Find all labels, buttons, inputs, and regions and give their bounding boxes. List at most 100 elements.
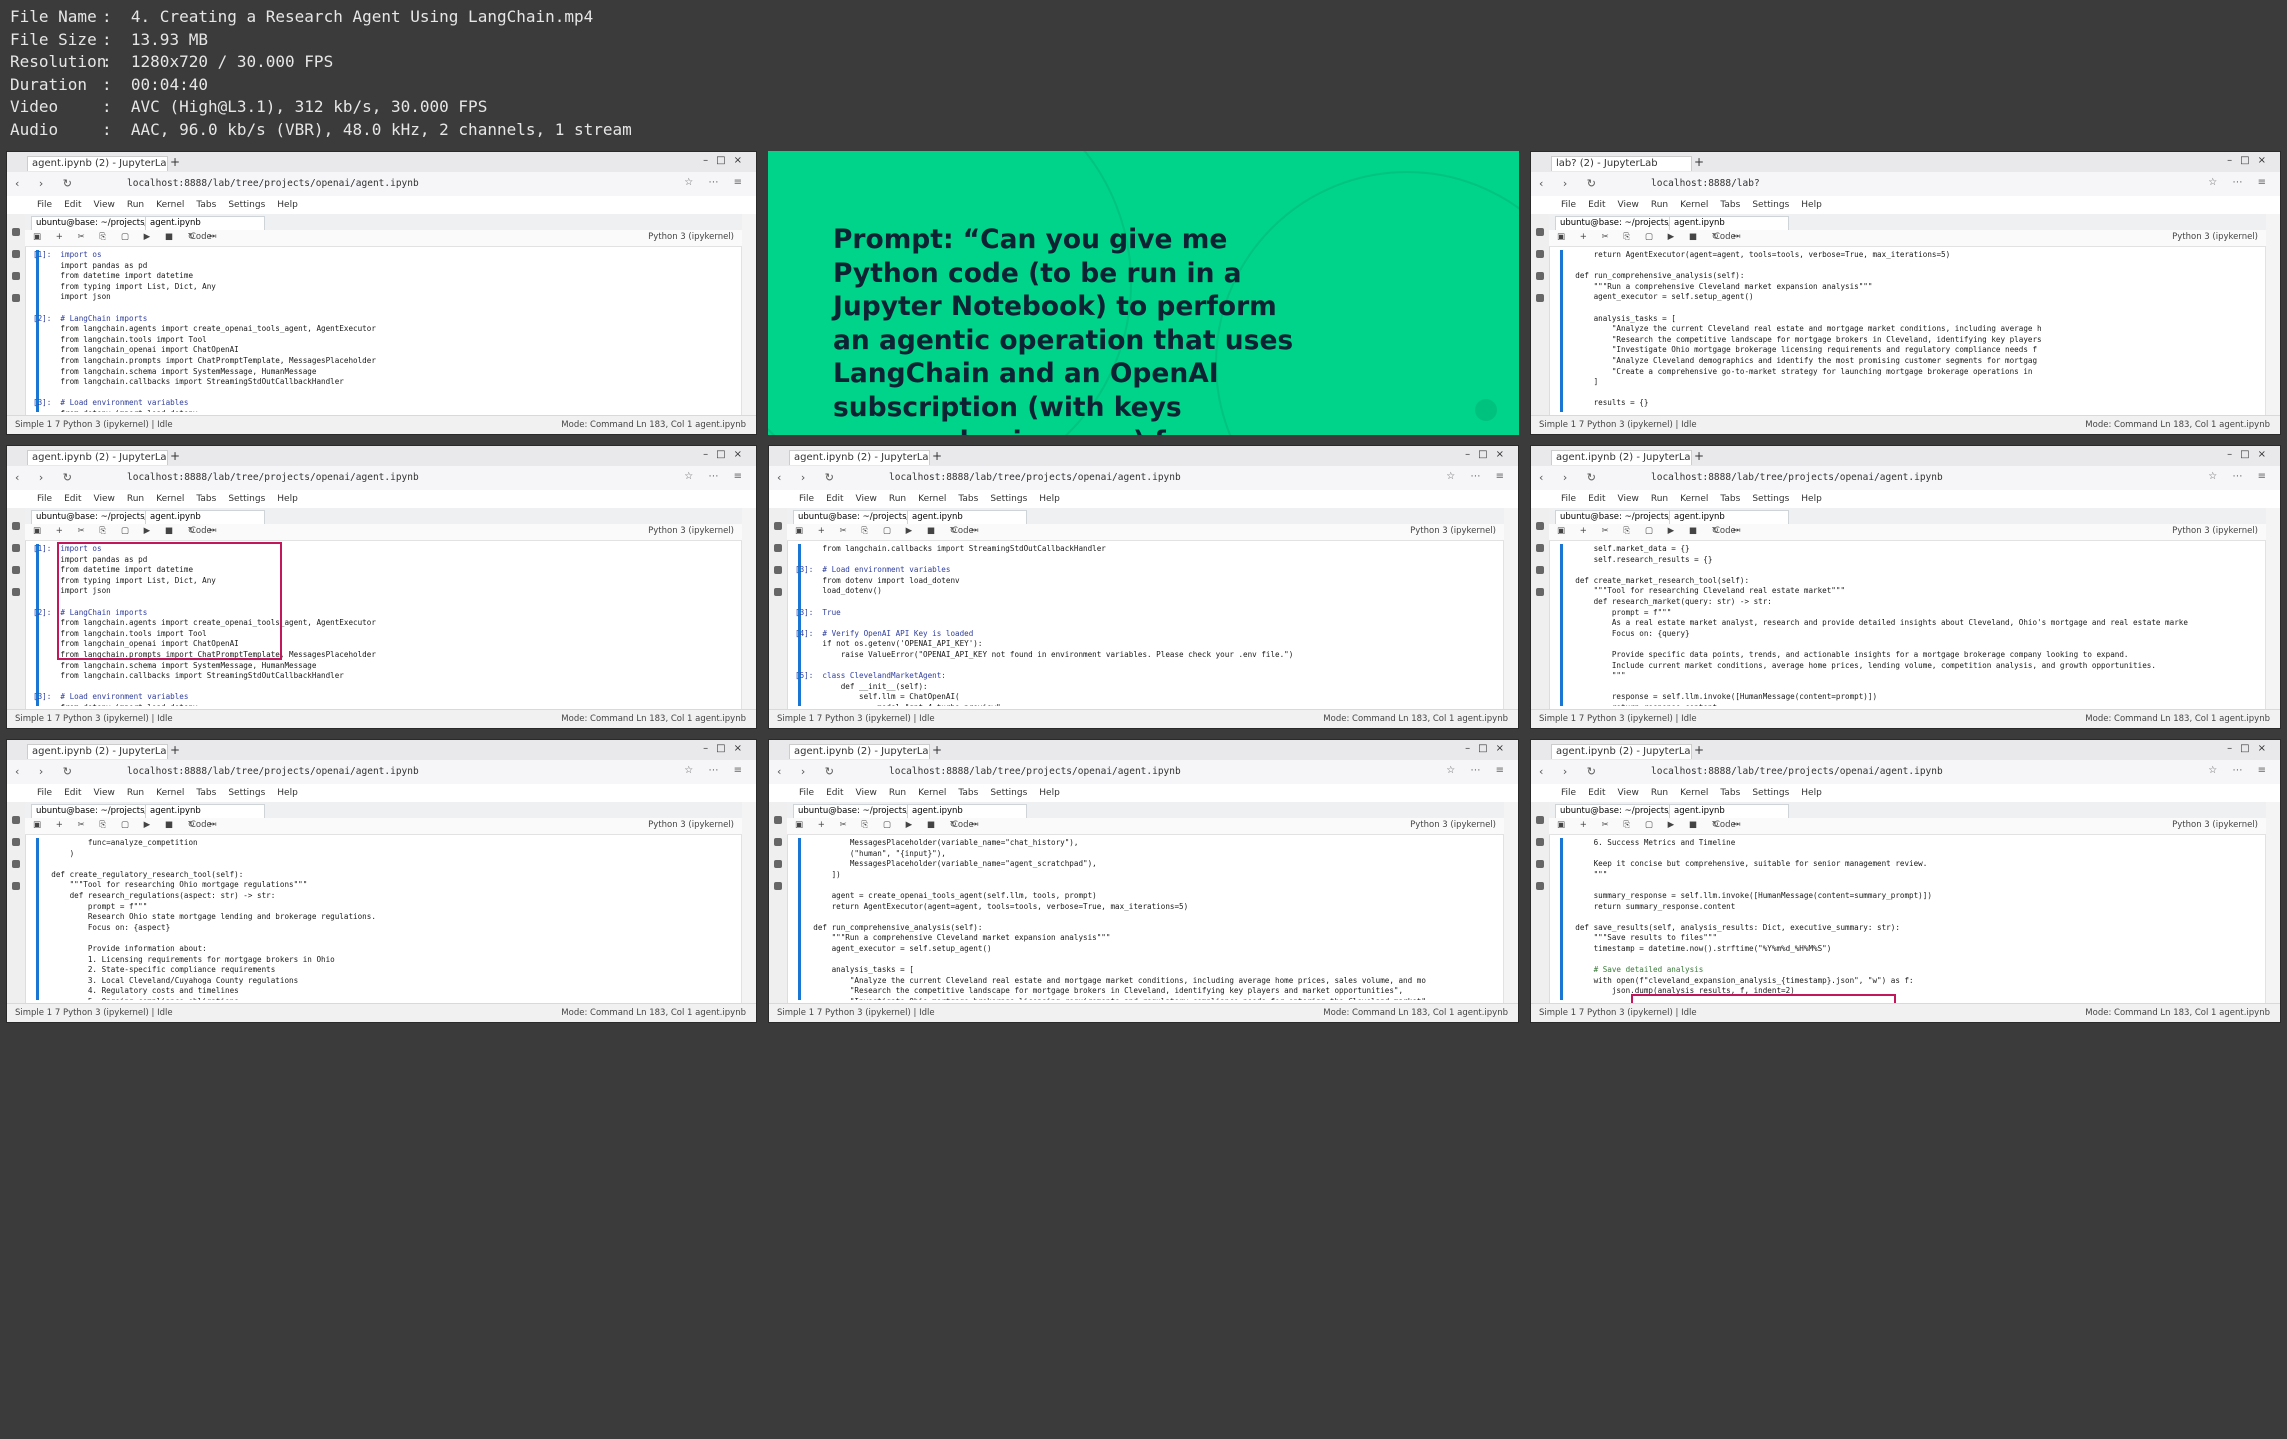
menu-item-help[interactable]: Help bbox=[277, 788, 298, 798]
sidebar-icon[interactable] bbox=[774, 522, 782, 530]
sidebar-icon[interactable] bbox=[1536, 588, 1544, 596]
menu-item-help[interactable]: Help bbox=[1039, 788, 1060, 798]
menu-item-help[interactable]: Help bbox=[277, 494, 298, 504]
menu-item-settings[interactable]: Settings bbox=[228, 494, 265, 504]
menu-item-kernel[interactable]: Kernel bbox=[156, 494, 184, 504]
menu-item-view[interactable]: View bbox=[1618, 494, 1639, 504]
sidebar-icon[interactable] bbox=[12, 882, 20, 890]
sidebar-icon[interactable] bbox=[1536, 838, 1544, 846]
sidebar-icon[interactable] bbox=[12, 228, 20, 236]
cell-type-select[interactable]: Code bbox=[952, 820, 974, 830]
menu-item-file[interactable]: File bbox=[1561, 200, 1576, 210]
doc-tab-terminal[interactable]: ubuntu@base: ~/projects/oc bbox=[1555, 216, 1675, 231]
menu-item-edit[interactable]: Edit bbox=[826, 494, 843, 504]
doc-tab-terminal[interactable]: ubuntu@base: ~/projects/oc bbox=[793, 804, 913, 819]
url-input[interactable]: localhost:8888/lab/tree/projects/openai/… bbox=[1651, 471, 1981, 484]
nav-arrows-icon[interactable]: ‹ › ↻ bbox=[1539, 765, 1604, 778]
new-tab-icon[interactable]: + bbox=[932, 743, 942, 757]
menu-item-kernel[interactable]: Kernel bbox=[156, 788, 184, 798]
sidebar-icon[interactable] bbox=[1536, 882, 1544, 890]
kernel-indicator[interactable]: Python 3 (ipykernel) bbox=[2172, 820, 2258, 830]
new-tab-icon[interactable]: + bbox=[1694, 743, 1704, 757]
sidebar-icon[interactable] bbox=[774, 566, 782, 574]
menu-item-settings[interactable]: Settings bbox=[1752, 788, 1789, 798]
window-controls-icon[interactable]: –□× bbox=[703, 449, 750, 460]
menu-item-help[interactable]: Help bbox=[277, 200, 298, 210]
kernel-indicator[interactable]: Python 3 (ipykernel) bbox=[648, 232, 734, 242]
sidebar-icon[interactable] bbox=[774, 838, 782, 846]
sidebar-icon[interactable] bbox=[774, 544, 782, 552]
menu-item-tabs[interactable]: Tabs bbox=[196, 494, 216, 504]
menu-item-edit[interactable]: Edit bbox=[1588, 200, 1605, 210]
new-tab-icon[interactable]: + bbox=[170, 155, 180, 169]
menu-item-file[interactable]: File bbox=[37, 200, 52, 210]
sidebar-icon[interactable] bbox=[12, 838, 20, 846]
doc-tab-notebook[interactable]: agent.ipynb bbox=[907, 510, 1027, 525]
menu-item-view[interactable]: View bbox=[1618, 200, 1639, 210]
url-input[interactable]: localhost:8888/lab/tree/projects/openai/… bbox=[127, 765, 457, 778]
menu-item-kernel[interactable]: Kernel bbox=[918, 494, 946, 504]
menu-item-settings[interactable]: Settings bbox=[990, 494, 1027, 504]
menu-item-file[interactable]: File bbox=[799, 788, 814, 798]
menu-item-help[interactable]: Help bbox=[1801, 788, 1822, 798]
menu-item-run[interactable]: Run bbox=[889, 788, 906, 798]
toolbar-icons[interactable]: ☆ ⋯ ≡ bbox=[684, 765, 748, 776]
new-tab-icon[interactable]: + bbox=[1694, 449, 1704, 463]
browser-tab[interactable]: agent.ipynb (2) - JupyterLab bbox=[27, 450, 168, 465]
sidebar-icon[interactable] bbox=[774, 860, 782, 868]
url-input[interactable]: localhost:8888/lab/tree/projects/openai/… bbox=[889, 765, 1219, 778]
menu-item-file[interactable]: File bbox=[1561, 494, 1576, 504]
sidebar-icon[interactable] bbox=[1536, 566, 1544, 574]
menu-item-file[interactable]: File bbox=[37, 788, 52, 798]
menu-item-edit[interactable]: Edit bbox=[1588, 788, 1605, 798]
doc-tab-notebook[interactable]: agent.ipynb bbox=[1669, 804, 1789, 819]
menu-item-run[interactable]: Run bbox=[1651, 200, 1668, 210]
sidebar-icon[interactable] bbox=[12, 588, 20, 596]
doc-tab-terminal[interactable]: ubuntu@base: ~/projects/oc bbox=[1555, 510, 1675, 525]
sidebar-icon[interactable] bbox=[12, 544, 20, 552]
menu-item-kernel[interactable]: Kernel bbox=[156, 200, 184, 210]
toolbar-icons[interactable]: ☆ ⋯ ≡ bbox=[1446, 471, 1510, 482]
cell-type-select[interactable]: Code bbox=[952, 526, 974, 536]
sidebar-icon[interactable] bbox=[12, 816, 20, 824]
window-controls-icon[interactable]: –□× bbox=[2227, 743, 2274, 754]
url-input[interactable]: localhost:8888/lab? bbox=[1651, 177, 1981, 190]
cell-type-select[interactable]: Code bbox=[1714, 232, 1736, 242]
menu-item-run[interactable]: Run bbox=[1651, 788, 1668, 798]
window-controls-icon[interactable]: –□× bbox=[1465, 743, 1512, 754]
toolbar-icons[interactable]: ☆ ⋯ ≡ bbox=[2208, 177, 2272, 188]
browser-tab[interactable]: agent.ipynb (2) - JupyterLab bbox=[1551, 450, 1692, 465]
menu-item-view[interactable]: View bbox=[94, 200, 115, 210]
sidebar-icon[interactable] bbox=[12, 860, 20, 868]
sidebar-icon[interactable] bbox=[1536, 522, 1544, 530]
menu-item-view[interactable]: View bbox=[94, 494, 115, 504]
new-tab-icon[interactable]: + bbox=[170, 449, 180, 463]
sidebar-icon[interactable] bbox=[1536, 816, 1544, 824]
menu-item-kernel[interactable]: Kernel bbox=[1680, 200, 1708, 210]
doc-tab-terminal[interactable]: ubuntu@base: ~/projects/oc bbox=[1555, 804, 1675, 819]
menu-item-view[interactable]: View bbox=[94, 788, 115, 798]
toolbar-icons[interactable]: ☆ ⋯ ≡ bbox=[2208, 471, 2272, 482]
nav-arrows-icon[interactable]: ‹ › ↻ bbox=[15, 471, 80, 484]
window-controls-icon[interactable]: –□× bbox=[703, 155, 750, 166]
menu-item-edit[interactable]: Edit bbox=[1588, 494, 1605, 504]
menu-item-edit[interactable]: Edit bbox=[826, 788, 843, 798]
doc-tab-terminal[interactable]: ubuntu@base: ~/projects/oc bbox=[31, 216, 151, 231]
new-tab-icon[interactable]: + bbox=[932, 449, 942, 463]
kernel-indicator[interactable]: Python 3 (ipykernel) bbox=[648, 820, 734, 830]
nav-arrows-icon[interactable]: ‹ › ↻ bbox=[777, 471, 842, 484]
menu-item-settings[interactable]: Settings bbox=[990, 788, 1027, 798]
menu-item-edit[interactable]: Edit bbox=[64, 788, 81, 798]
menu-item-help[interactable]: Help bbox=[1801, 494, 1822, 504]
nav-arrows-icon[interactable]: ‹ › ↻ bbox=[1539, 177, 1604, 190]
doc-tab-notebook[interactable]: agent.ipynb bbox=[145, 510, 265, 525]
sidebar-icon[interactable] bbox=[774, 816, 782, 824]
sidebar-icon[interactable] bbox=[12, 522, 20, 530]
menu-item-view[interactable]: View bbox=[856, 788, 877, 798]
menu-item-settings[interactable]: Settings bbox=[228, 200, 265, 210]
cell-type-select[interactable]: Code bbox=[1714, 526, 1736, 536]
toolbar-icons[interactable]: ☆ ⋯ ≡ bbox=[2208, 765, 2272, 776]
cell-type-select[interactable]: Code bbox=[190, 526, 212, 536]
doc-tab-notebook[interactable]: agent.ipynb bbox=[145, 216, 265, 231]
menu-item-settings[interactable]: Settings bbox=[1752, 494, 1789, 504]
